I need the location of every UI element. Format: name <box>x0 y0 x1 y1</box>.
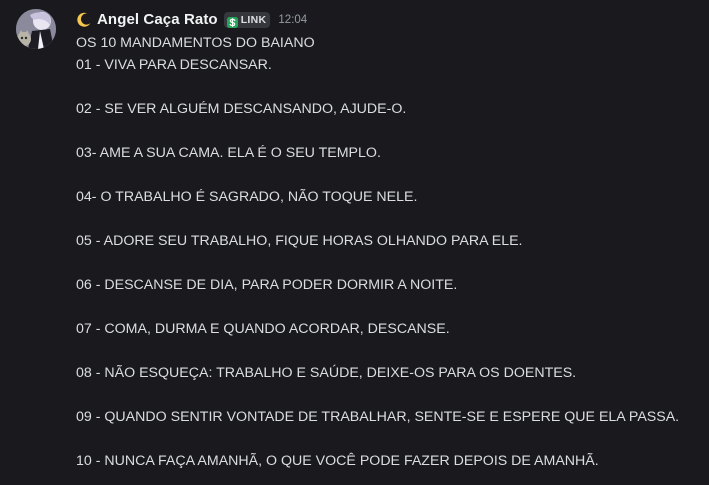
timestamp[interactable]: 12:04 <box>278 9 307 31</box>
commandment-line: 07 - COMA, DURMA E QUANDO ACORDAR, DESCA… <box>76 321 450 337</box>
commandment-line: 03- AME A SUA CAMA. ELA É O SEU TEMPLO. <box>76 145 381 161</box>
commandment-line: 01 - VIVA PARA DESCANSAR. <box>76 57 272 73</box>
clan-tag[interactable]: LINK <box>223 12 271 28</box>
commandment-line: 10 - NUNCA FAÇA AMANHÃ, O QUE VOCÊ PODE … <box>76 453 599 469</box>
commandment-line: 05 - ADORE SEU TRABALHO, FIQUE HORAS OLH… <box>76 233 523 249</box>
commandment-line: 04- O TRABALHO É SAGRADO, NÃO TOQUE NELE… <box>76 189 418 205</box>
commandment-line: 08 - NÃO ESQUEÇA: TRABALHO E SAÚDE, DEIX… <box>76 365 577 381</box>
clan-badge-icon <box>226 15 238 28</box>
avatar[interactable] <box>16 9 56 49</box>
message-title: OS 10 MANDAMENTOS DO BAIANO <box>76 35 315 51</box>
crescent-moon-icon <box>76 12 92 28</box>
chat-message: Angel Caça Rato LINK 12:04 OS 10 MANDAME… <box>0 0 709 485</box>
clan-tag-label: LINK <box>240 14 267 26</box>
commandment-line: 06 - DESCANSE DE DIA, PARA PODER DORMIR … <box>76 277 458 293</box>
commandment-line: 09 - QUANDO SENTIR VONTADE DE TRABALHAR,… <box>76 409 680 425</box>
commandment-line: 02 - SE VER ALGUÉM DESCANSANDO, AJUDE-O. <box>76 101 407 117</box>
message-header: Angel Caça Rato LINK 12:04 <box>76 9 307 31</box>
avatar-image <box>16 9 56 49</box>
username[interactable]: Angel Caça Rato <box>97 9 218 31</box>
message-content: OS 10 MANDAMENTOS DO BAIANO 01 - VIVA PA… <box>76 32 701 472</box>
